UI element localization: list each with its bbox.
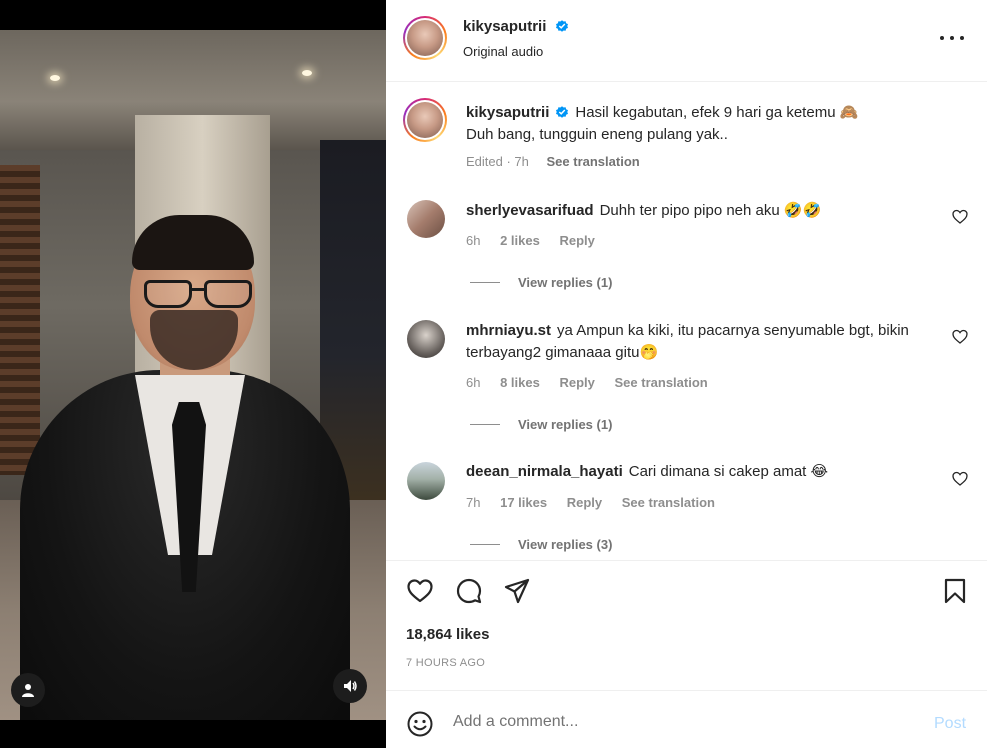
post-comment-button[interactable]: Post — [934, 715, 966, 733]
emoji-icon[interactable] — [406, 710, 434, 738]
view-replies-label[interactable]: View replies (1) — [518, 417, 612, 432]
divider-line — [470, 282, 500, 283]
caption-text-line1: Hasil kegabutan, efek 9 hari ga ketemu 🙈 — [575, 104, 859, 121]
likes-count[interactable]: 18,864 likes — [406, 626, 489, 643]
comment-body: mhrniayu.st ya Ampun ka kiki, itu pacarny… — [466, 320, 936, 364]
commenter-username[interactable]: deean_nirmala_hayati — [466, 463, 623, 480]
comment-meta: 6h 2 likes Reply — [466, 233, 611, 248]
user-icon — [22, 684, 34, 697]
post-timestamp: 7 HOURS AGO — [406, 657, 486, 669]
like-comment-heart-icon[interactable] — [952, 329, 968, 345]
commenter-username[interactable]: mhrniayu.st — [466, 322, 551, 339]
caption-edited: Edited · 7h — [466, 154, 529, 169]
tagged-users-button[interactable] — [11, 673, 45, 707]
more-options-button[interactable] — [940, 30, 964, 46]
like-heart-icon[interactable] — [406, 577, 434, 605]
view-replies-button[interactable]: View replies (1) — [470, 417, 612, 432]
comment-likes[interactable]: 17 likes — [500, 495, 547, 510]
comment-time: 6h — [466, 233, 481, 248]
comment-time: 6h — [466, 375, 481, 390]
view-replies-label[interactable]: View replies (3) — [518, 537, 612, 552]
speaker-icon — [344, 680, 357, 692]
ceiling-light — [50, 75, 60, 81]
author-avatar[interactable] — [403, 16, 447, 60]
share-paper-plane-icon[interactable] — [503, 577, 531, 605]
post-panel: kikysaputrii Original audio kikysaputrii… — [386, 0, 987, 748]
add-comment-bar: Post — [386, 690, 987, 748]
see-translation-link[interactable]: See translation — [547, 154, 640, 169]
audio-label[interactable]: Original audio — [463, 44, 543, 59]
caption-username[interactable]: kikysaputrii — [466, 104, 549, 121]
divider-line — [470, 544, 500, 545]
reply-button[interactable]: Reply — [559, 233, 594, 248]
save-bookmark-icon[interactable] — [941, 577, 969, 605]
comment-meta: 6h 8 likes Reply See translation — [466, 375, 724, 390]
view-replies-button[interactable]: View replies (3) — [470, 537, 612, 552]
caption-avatar[interactable] — [403, 98, 447, 142]
see-translation-link[interactable]: See translation — [615, 375, 708, 390]
view-replies-button[interactable]: View replies (1) — [470, 275, 612, 290]
mute-button[interactable] — [333, 669, 367, 703]
divider-line — [470, 424, 500, 425]
glasses — [140, 280, 258, 310]
comment-input[interactable] — [453, 713, 913, 731]
caption-meta: Edited · 7h See translation — [466, 154, 640, 169]
window-left — [0, 165, 40, 475]
like-comment-heart-icon[interactable] — [952, 209, 968, 225]
verified-badge-icon — [556, 106, 569, 118]
commenter-avatar[interactable] — [407, 320, 445, 358]
post-photo[interactable] — [0, 30, 386, 720]
commenter-username[interactable]: sherlyevasarifuad — [466, 202, 594, 219]
view-replies-label[interactable]: View replies (1) — [518, 275, 612, 290]
author-username[interactable]: kikysaputrii — [463, 18, 546, 35]
post-header: kikysaputrii Original audio — [386, 0, 987, 82]
comment-meta: 7h 17 likes Reply See translation — [466, 495, 731, 510]
ceiling-light — [302, 70, 312, 76]
comment-text: Duhh ter pipo pipo neh aku 🤣🤣 — [599, 202, 822, 219]
commenter-avatar[interactable] — [407, 200, 445, 238]
comment-likes[interactable]: 8 likes — [500, 375, 540, 390]
post-caption: kikysaputrii Hasil kegabutan, efek 9 har… — [466, 102, 946, 146]
commenter-avatar[interactable] — [407, 462, 445, 500]
comment-time: 7h — [466, 495, 481, 510]
more-horizontal-icon — [940, 36, 944, 40]
comment-text: Cari dimana si cakep amat 😂 — [628, 463, 829, 480]
post-actions: 18,864 likes 7 HOURS AGO — [386, 560, 987, 690]
like-comment-heart-icon[interactable] — [952, 471, 968, 487]
reply-button[interactable]: Reply — [559, 375, 594, 390]
post-media[interactable] — [0, 0, 386, 748]
caption-text-line2: Duh bang, tungguin eneng pulang yak.. — [466, 126, 728, 143]
comment-body: deean_nirmala_hayati Cari dimana si cakep… — [466, 461, 936, 483]
reply-button[interactable]: Reply — [567, 495, 602, 510]
comment-bubble-icon[interactable] — [455, 577, 483, 605]
verified-badge-icon — [555, 20, 568, 32]
comment-body: sherlyevasarifuad Duhh ter pipo pipo neh … — [466, 200, 936, 222]
see-translation-link[interactable]: See translation — [622, 495, 715, 510]
author-line: kikysaputrii — [463, 18, 569, 36]
post-viewer: kikysaputrii Original audio kikysaputrii… — [0, 0, 987, 748]
comment-likes[interactable]: 2 likes — [500, 233, 540, 248]
